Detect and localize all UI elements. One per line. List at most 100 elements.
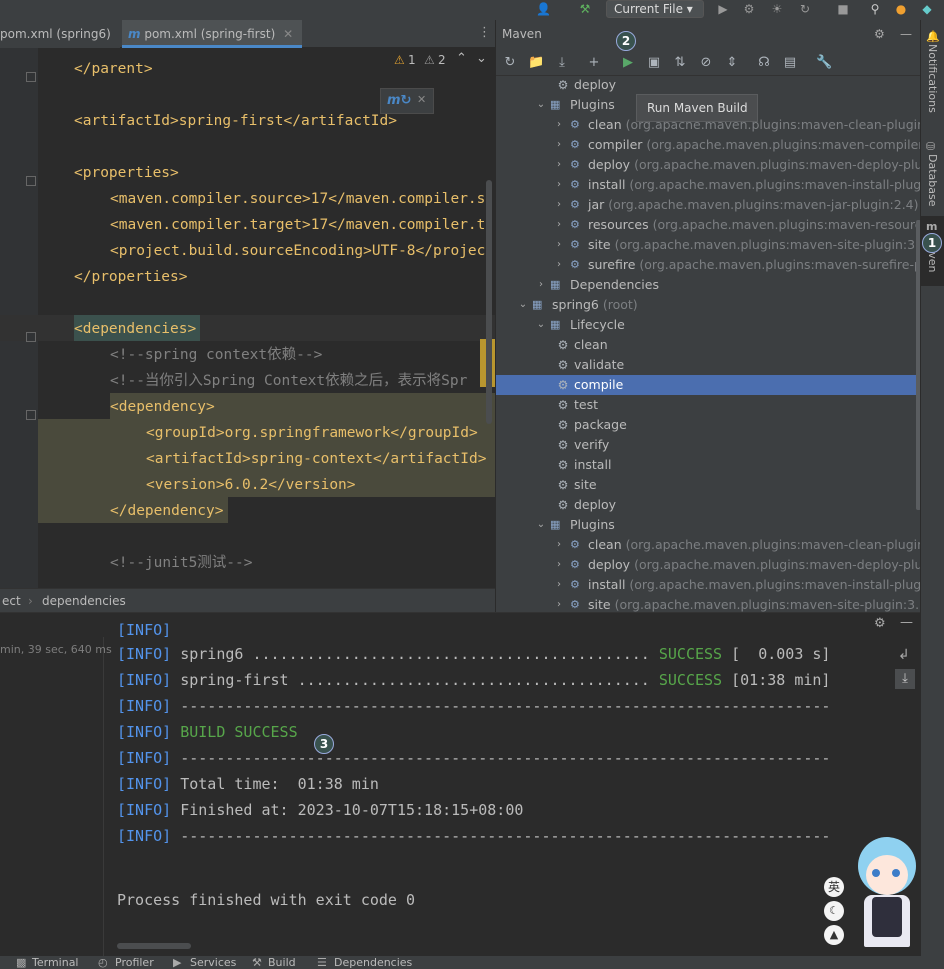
- maven-tree-item[interactable]: › ⚙ install (org.apache.maven.plugins:mave…: [496, 575, 921, 595]
- maven-tree-item[interactable]: › ⚙ deploy (org.apache.maven.plugins:maven…: [496, 555, 921, 575]
- notifications-tab[interactable]: Notifications: [926, 44, 939, 113]
- run-icon[interactable]: ▶: [716, 2, 730, 16]
- maven-tree-item[interactable]: ⚙ install: [496, 455, 921, 475]
- chevron-right-icon[interactable]: ›: [552, 235, 566, 255]
- maven-tree-item[interactable]: ⌄ ▦ spring6 (root): [496, 295, 921, 315]
- chevron-down-icon[interactable]: ⌄: [534, 515, 548, 535]
- chevron-down-icon[interactable]: ⌄: [534, 95, 548, 115]
- chevron-right-icon[interactable]: ›: [552, 135, 566, 155]
- run-settings-icon[interactable]: ⚙: [874, 616, 886, 631]
- moon-icon[interactable]: ☾: [824, 901, 844, 921]
- chevron-right-icon[interactable]: ›: [552, 195, 566, 215]
- database-tab[interactable]: Database: [926, 154, 939, 207]
- chevron-right-icon[interactable]: ›: [552, 175, 566, 195]
- debug-icon[interactable]: ⚙: [742, 2, 756, 16]
- chevron-right-icon[interactable]: ›: [552, 595, 566, 612]
- ime-badge[interactable]: 英: [824, 877, 844, 897]
- fold-marker-icon[interactable]: [26, 410, 36, 420]
- chevron-right-icon[interactable]: ›: [552, 575, 566, 595]
- breadcrumb-item[interactable]: ect: [2, 589, 21, 613]
- fold-marker-icon[interactable]: [26, 332, 36, 342]
- maven-tree-item[interactable]: ⚙ package: [496, 415, 921, 435]
- chevron-right-icon[interactable]: ›: [552, 115, 566, 135]
- chevron-right-icon[interactable]: ›: [552, 155, 566, 175]
- maven-tree-item[interactable]: ⚙ deploy: [496, 76, 921, 95]
- shirt-icon[interactable]: ▲: [824, 925, 844, 945]
- maven-tree-item[interactable]: ⌄ ▦ Plugins: [496, 515, 921, 535]
- maven-tree-item[interactable]: ⚙ site: [496, 475, 921, 495]
- code-editor[interactable]: ⚠ 1 ⚠ 2 ⌃ ⌄ m↻ ✕ </parent> <artifactId>sp…: [0, 48, 495, 588]
- chevron-right-icon[interactable]: ›: [552, 255, 566, 275]
- scroll-to-end-icon[interactable]: ⤓: [895, 669, 915, 689]
- next-highlight-icon[interactable]: ⌄: [476, 51, 487, 66]
- chevron-down-icon[interactable]: ⌄: [516, 295, 530, 315]
- collapse-all-icon[interactable]: ⇕: [724, 55, 740, 71]
- weak-warning-icon[interactable]: ⚠: [424, 53, 435, 67]
- maven-tree-item[interactable]: › ⚙ site (org.apache.maven.plugins:maven-s…: [496, 595, 921, 612]
- notifications-icon[interactable]: 🔔: [926, 30, 940, 43]
- search-icon[interactable]: ⚲: [868, 2, 882, 16]
- database-icon[interactable]: ⛁: [926, 140, 935, 153]
- maven-settings-icon[interactable]: 🔧: [816, 55, 832, 71]
- breadcrumb-item[interactable]: dependencies: [42, 589, 126, 613]
- tab-menu-icon[interactable]: ⋮: [478, 25, 491, 40]
- warning-icon[interactable]: ⚠: [394, 53, 405, 67]
- maven-tree-item[interactable]: › ⚙ site (org.apache.maven.plugins:maven-s…: [496, 235, 921, 255]
- editor-scrollbar[interactable]: [486, 180, 492, 424]
- generate-sources-icon[interactable]: 📁: [528, 55, 544, 71]
- maven-tree-item[interactable]: ⚙ deploy: [496, 495, 921, 515]
- soft-wrap-icon[interactable]: ↲: [898, 647, 910, 663]
- dependencies-tab[interactable]: Dependencies: [334, 956, 412, 969]
- maven-tree-item[interactable]: ⚙ clean: [496, 335, 921, 355]
- stop-icon[interactable]: ■: [836, 2, 850, 16]
- terminal-tab[interactable]: Terminal: [32, 956, 79, 969]
- close-tab-icon[interactable]: ✕: [283, 27, 293, 41]
- maven-tree-item[interactable]: ⚙ compile: [496, 375, 921, 395]
- maven-tree-item[interactable]: › ⚙ surefire (org.apache.maven.plugins:mav…: [496, 255, 921, 275]
- execute-goal-icon[interactable]: ▣: [646, 55, 662, 71]
- show-dependencies-icon[interactable]: ☊: [756, 55, 772, 71]
- maven-tree-item[interactable]: › ⚙ deploy (org.apache.maven.plugins:maven…: [496, 155, 921, 175]
- build-tab[interactable]: Build: [268, 956, 296, 969]
- toggle-offline-icon[interactable]: ⇅: [672, 55, 688, 71]
- tab-pom-spring-first[interactable]: m pom.xml (spring-first) ✕: [122, 20, 302, 48]
- user-icon[interactable]: 👤: [536, 2, 551, 16]
- prev-highlight-icon[interactable]: ⌃: [456, 51, 467, 66]
- services-tab[interactable]: Services: [190, 956, 236, 969]
- reload-icon[interactable]: ↻: [502, 55, 518, 71]
- more-run-icon[interactable]: ↻: [798, 2, 812, 16]
- maven-tree-item[interactable]: › ⚙ compiler (org.apache.maven.plugins:mav…: [496, 135, 921, 155]
- maven-tree-item[interactable]: ⚙ test: [496, 395, 921, 415]
- maven-tree-item[interactable]: › ⚙ jar (org.apache.maven.plugins:maven-ja…: [496, 195, 921, 215]
- settings-gear-icon[interactable]: ⚙: [874, 20, 885, 48]
- coverage-icon[interactable]: ☀: [770, 2, 784, 16]
- jetbrains-icon[interactable]: ◆: [920, 2, 934, 16]
- chevron-right-icon[interactable]: ›: [552, 535, 566, 555]
- maven-tree-item[interactable]: › ⚙ clean (org.apache.maven.plugins:maven-…: [496, 535, 921, 555]
- maven-reload-icon[interactable]: m↻: [387, 93, 411, 108]
- console-hscrollbar[interactable]: [117, 943, 191, 949]
- fold-marker-icon[interactable]: [26, 176, 36, 186]
- update-icon[interactable]: ●: [894, 2, 908, 16]
- chevron-right-icon[interactable]: ›: [552, 555, 566, 575]
- run-config-selector[interactable]: Current File ▾: [606, 0, 704, 18]
- skip-tests-icon[interactable]: ⊘: [698, 55, 714, 71]
- maven-tree-item[interactable]: › ▦ Dependencies: [496, 275, 921, 295]
- expand-all-icon[interactable]: ▤: [782, 55, 798, 71]
- add-icon[interactable]: +: [586, 55, 602, 71]
- chevron-right-icon[interactable]: ›: [552, 215, 566, 235]
- maven-tree-item[interactable]: ⌄ ▦ Lifecycle: [496, 315, 921, 335]
- minimize-icon[interactable]: —: [900, 20, 912, 48]
- maven-tree-item[interactable]: ⚙ verify: [496, 435, 921, 455]
- run-maven-build-icon[interactable]: ▶: [620, 55, 636, 71]
- run-minimize-icon[interactable]: —: [900, 615, 913, 630]
- chevron-down-icon[interactable]: ⌄: [534, 315, 548, 335]
- profiler-tab[interactable]: Profiler: [115, 956, 154, 969]
- hammer-build-icon[interactable]: ⚒: [578, 2, 592, 16]
- tab-pom-spring6[interactable]: pom.xml (spring6): [0, 20, 120, 48]
- chevron-right-icon[interactable]: ›: [534, 275, 548, 295]
- maven-tree-item[interactable]: › ⚙ resources (org.apache.maven.plugins:ma…: [496, 215, 921, 235]
- maven-tree-item[interactable]: › ⚙ install (org.apache.maven.plugins:mave…: [496, 175, 921, 195]
- close-popup-icon[interactable]: ✕: [417, 93, 426, 106]
- download-icon[interactable]: ⤓: [554, 55, 570, 71]
